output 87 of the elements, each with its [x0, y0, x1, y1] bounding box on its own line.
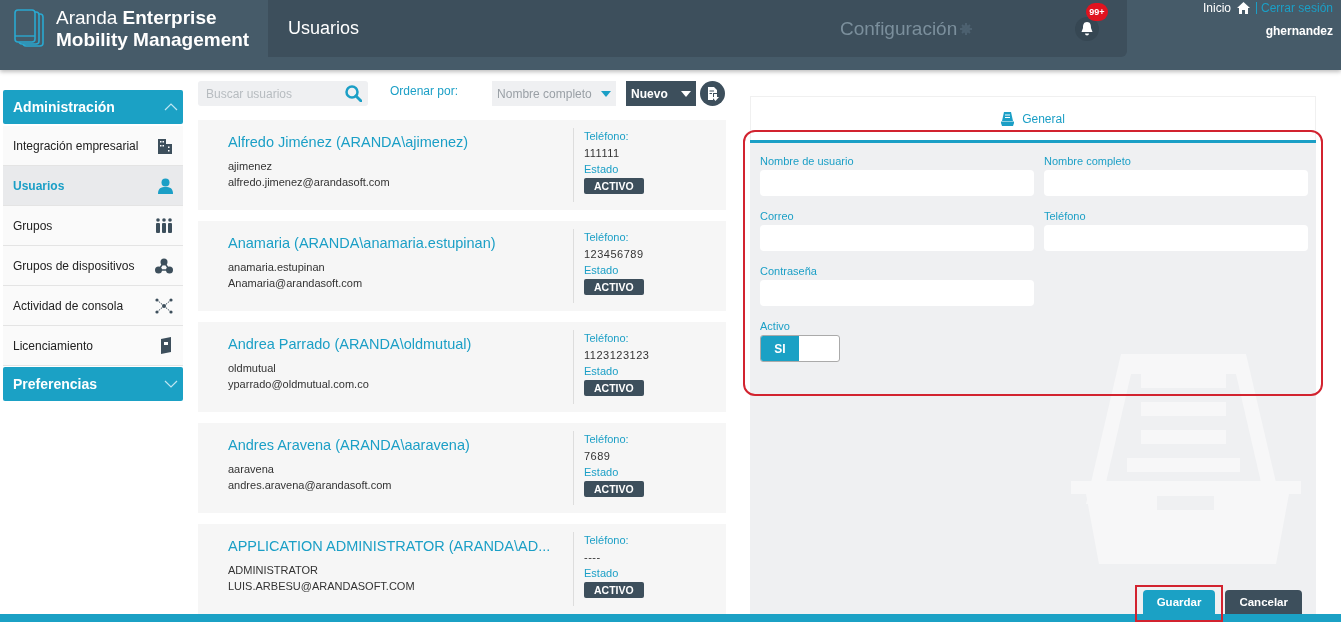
user-card[interactable]: Alfredo Jiménez (ARANDA\ajimenez) ajimenez alfredo.jimenez@arandasoft.com Teléfono: 111111 Estado ACTIVO — [198, 120, 726, 210]
sidebar-item[interactable]: Grupos — [3, 206, 183, 246]
user-name-link[interactable]: APPLICATION ADMINISTRATOR (ARANDA\AD... — [228, 536, 573, 556]
home-link[interactable]: Inicio — [1202, 1, 1231, 15]
phone-number: 123456789 — [584, 247, 644, 262]
status-badge: ACTIVO — [584, 178, 644, 194]
phone-label: Teléfono: — [584, 432, 629, 447]
status-badge: ACTIVO — [584, 481, 644, 497]
user-name-link[interactable]: Anamaria (ARANDA\anamaria.estupinan) — [228, 233, 573, 253]
user-card[interactable]: Anamaria (ARANDA\anamaria.estupinan) anamaria.estupinan Anamaria@arandasoft.com Teléfono: 123456789 Estado ACTIVO — [198, 221, 726, 311]
status-badge: ACTIVO — [584, 279, 644, 295]
stacked-phones-icon — [14, 8, 46, 49]
user-card[interactable]: APPLICATION ADMINISTRATOR (ARANDA\AD... ADMINISTRATOR LUIS.ARBESU@ARANDASOFT.COM Teléfono: ---- Estado ACTIVO — [198, 524, 726, 614]
sidebar-item[interactable]: Licenciamiento — [3, 326, 183, 366]
username-label: ghernandez — [1265, 24, 1333, 38]
user-email: Anamaria@arandasoft.com — [228, 276, 364, 291]
field-label: Nombre completo — [1044, 154, 1132, 169]
field-label: Activo — [760, 319, 791, 334]
document-download-icon[interactable] — [700, 81, 726, 106]
logo-text: Aranda Enterprise — [56, 6, 218, 29]
user-email: andres.aravena@arandasoft.com — [228, 478, 393, 493]
toggle-switch[interactable]: SI — [760, 335, 840, 362]
save-button[interactable]: Guardar — [1142, 590, 1216, 614]
user-login: ajimenez — [228, 159, 274, 174]
sidebar-section-header[interactable]: Administración — [3, 90, 183, 124]
status-badge: ACTIVO — [584, 582, 644, 598]
status-label: Estado — [584, 566, 619, 581]
sidebar-section-header[interactable]: Preferencias — [3, 367, 183, 401]
status-label: Estado — [584, 465, 619, 480]
book-icon — [160, 337, 173, 354]
status-label: Estado — [584, 162, 619, 177]
bell-icon — [1080, 21, 1095, 36]
field-label: Nombre de usuario — [760, 154, 855, 169]
field-label: Correo — [760, 209, 795, 224]
new-dropdown-button[interactable]: Nuevo — [626, 81, 697, 106]
status-label: Estado — [584, 364, 619, 379]
logo-text: Mobility Management — [56, 28, 250, 51]
status-badge: ACTIVO — [584, 380, 644, 396]
cancel-button[interactable]: Cancelar — [1225, 590, 1302, 614]
network-nodes-icon — [155, 257, 173, 274]
user-email: LUIS.ARBESU@ARANDASOFT.COM — [228, 579, 416, 594]
form-tab[interactable]: General — [1001, 112, 1065, 140]
configuration-link[interactable]: Configuración — [840, 17, 958, 40]
tray-icon — [1001, 112, 1015, 126]
caret-icon — [681, 90, 692, 97]
person-icon — [158, 177, 173, 194]
user-card[interactable]: Andres Aravena (ARANDA\aaravena) aaravena andres.aravena@arandasoft.com Teléfono: 7689 Estado ACTIVO — [198, 423, 726, 513]
user-email: yparrado@oldmutual.com.co — [228, 377, 370, 392]
field-label: Contraseña — [760, 264, 818, 279]
phone-label: Teléfono: — [584, 129, 629, 144]
people-group-icon — [155, 218, 173, 233]
notification-button[interactable] — [1075, 16, 1100, 41]
user-login: aaravena — [228, 462, 275, 477]
phone-label: Teléfono: — [584, 331, 629, 346]
status-label: Estado — [584, 263, 619, 278]
sidebar-item[interactable]: Actividad de consola — [3, 286, 183, 326]
phone-number: 7689 — [584, 449, 611, 464]
user-login: anamaria.estupinan — [228, 260, 326, 275]
phone-number: ---- — [584, 550, 601, 565]
user-name-link[interactable]: Andres Aravena (ARANDA\aaravena) — [228, 435, 573, 455]
logout-link[interactable]: Cerrar sesión — [1255, 2, 1333, 14]
field-label: Teléfono — [1044, 209, 1087, 224]
caret-icon — [601, 90, 612, 97]
user-card[interactable]: Andrea Parrado (ARANDA\oldmutual) oldmutual yparrado@oldmutual.com.co Teléfono: 1123123123 Estado ACTIVO — [198, 322, 726, 412]
user-name-link[interactable]: Andrea Parrado (ARANDA\oldmutual) — [228, 334, 573, 354]
chevron-icon — [164, 380, 178, 388]
sort-label: Ordenar por: — [390, 84, 459, 98]
sidebar-item[interactable]: Usuarios — [3, 166, 183, 206]
sort-dropdown[interactable]: Nombre completo — [492, 81, 617, 106]
chevron-icon — [164, 103, 178, 111]
sidebar-item[interactable]: Integración empresarial — [3, 126, 183, 166]
search-icon — [345, 85, 362, 102]
phone-number: 1123123123 — [584, 348, 650, 363]
scatter-nodes-icon — [155, 297, 173, 314]
building-icon — [157, 137, 173, 154]
phone-label: Teléfono: — [584, 533, 629, 548]
phone-label: Teléfono: — [584, 230, 629, 245]
home-icon — [1236, 2, 1250, 14]
user-login: ADMINISTRATOR — [228, 563, 320, 578]
user-name-link[interactable]: Alfredo Jiménez (ARANDA\ajimenez) — [228, 132, 573, 152]
search-field[interactable]: Buscar usuarios — [198, 81, 368, 106]
sidebar-item[interactable]: Grupos de dispositivos — [3, 246, 183, 286]
notification-count-badge: 99+ — [1086, 2, 1108, 21]
user-email: alfredo.jimenez@arandasoft.com — [228, 175, 391, 190]
phone-number: 111111 — [584, 146, 620, 161]
page-title: Usuarios — [288, 18, 361, 39]
user-login: oldmutual — [228, 361, 277, 376]
